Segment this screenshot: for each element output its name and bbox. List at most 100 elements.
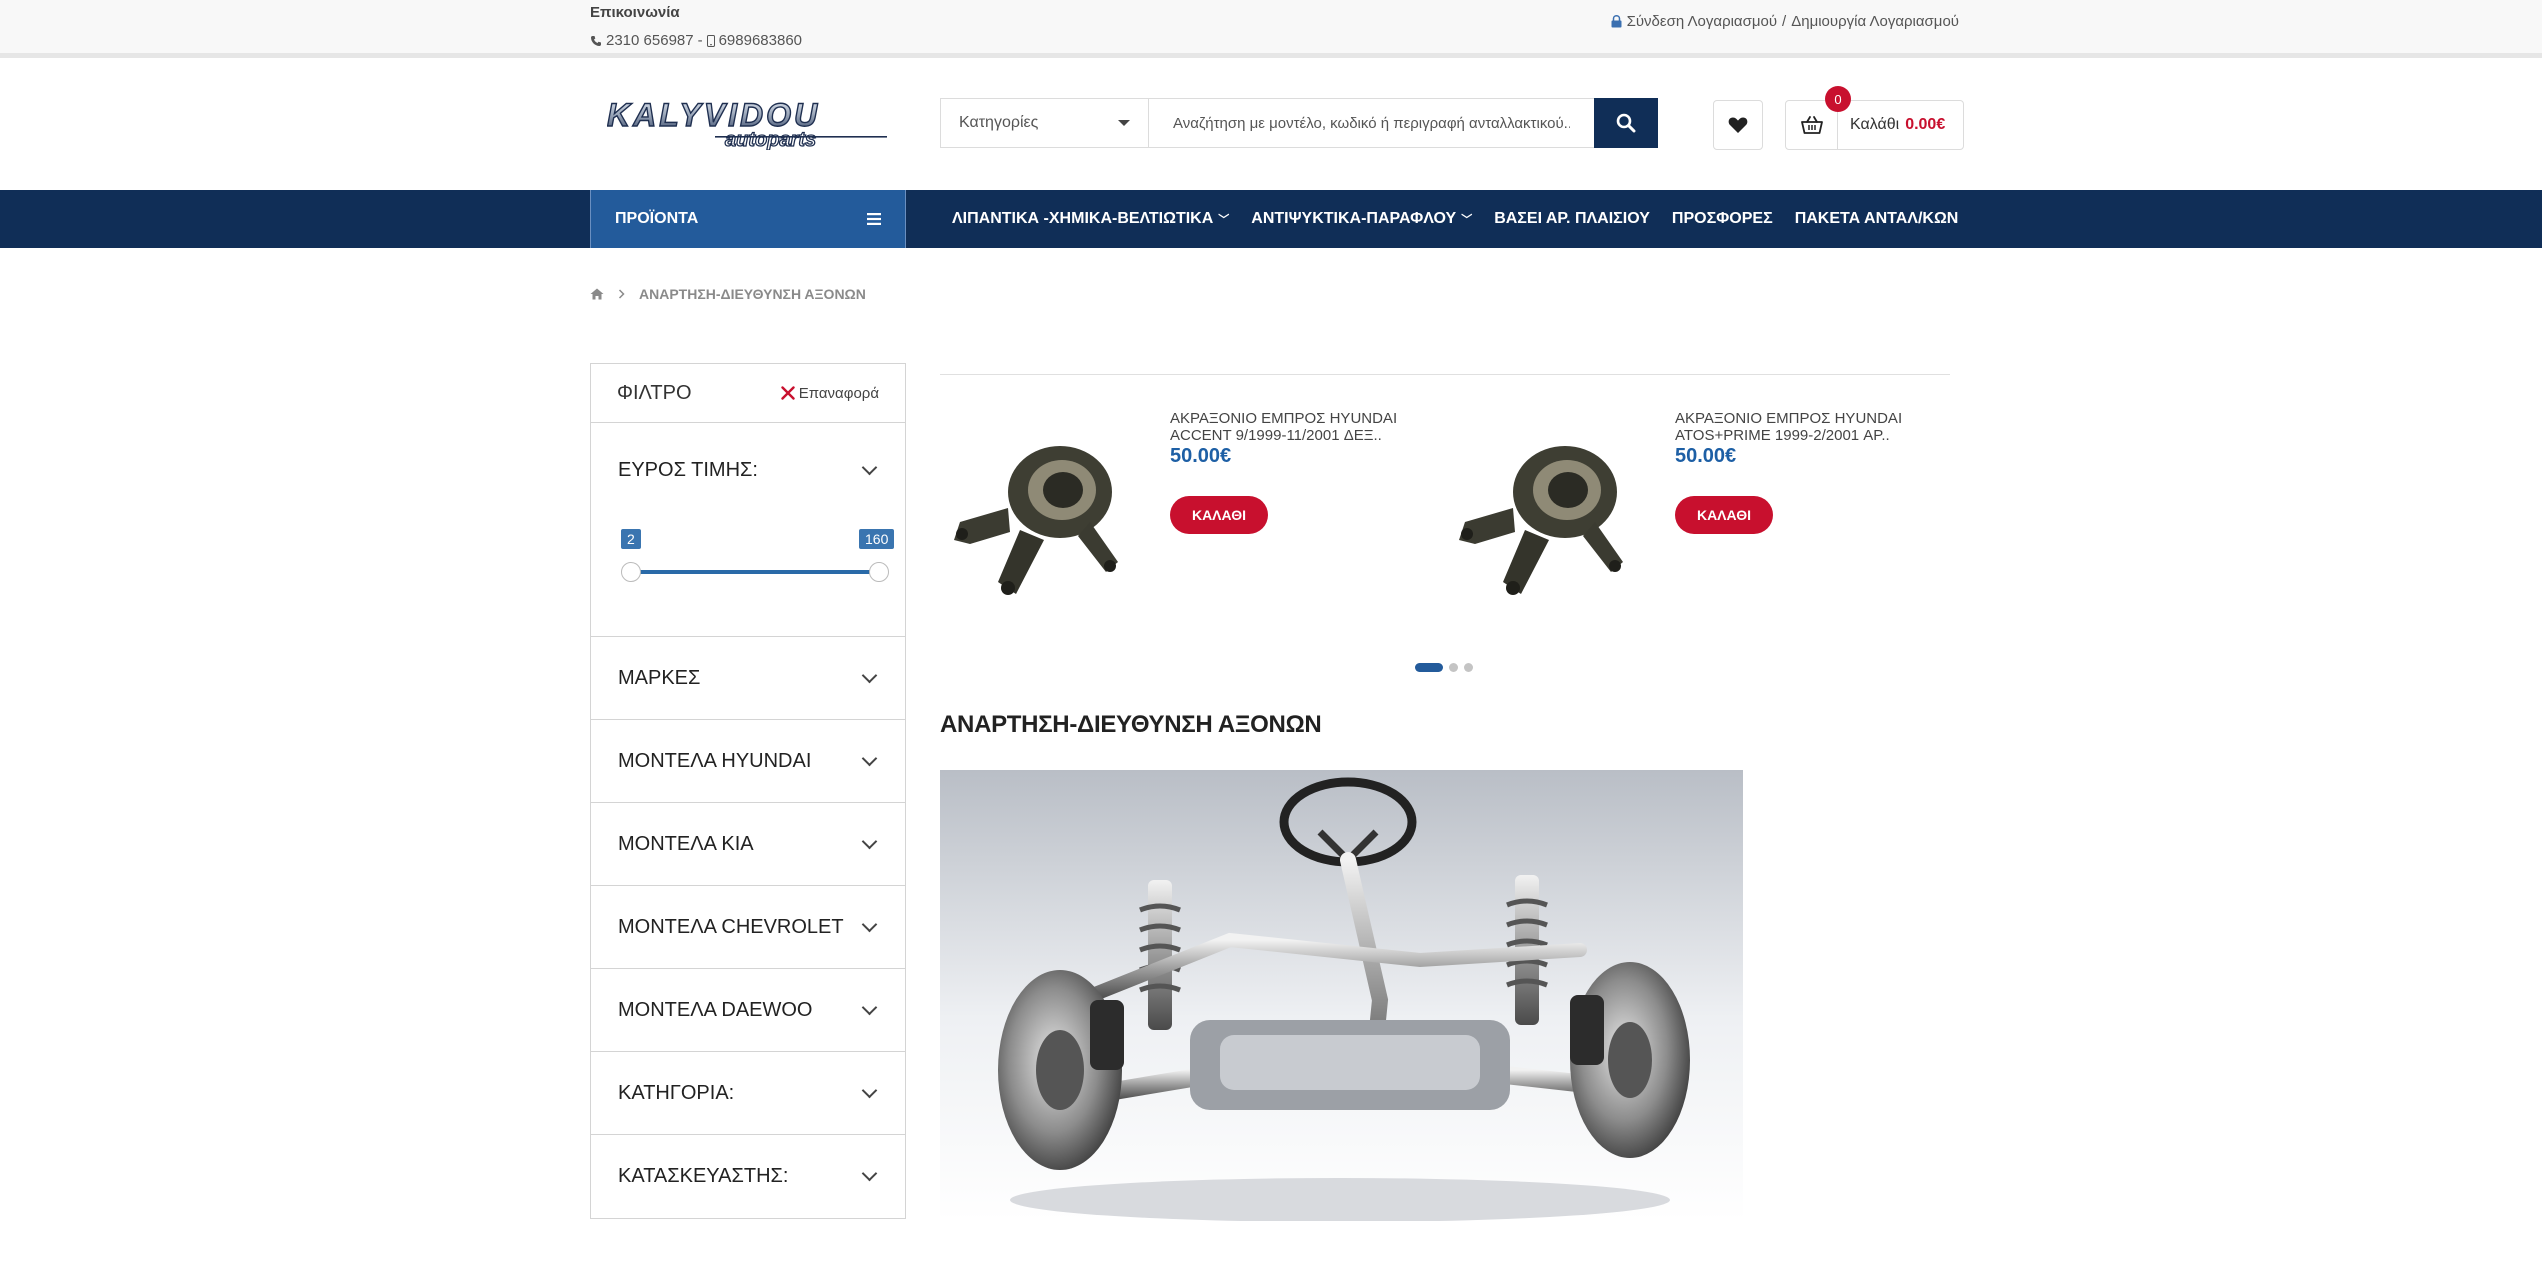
carousel-dot[interactable] <box>1449 663 1458 672</box>
chevron-down-icon <box>861 667 878 683</box>
nav-menu: ΛΙΠΑΝΤΙΚΑ -ΧΗΜΙΚΑ-ΒΕΛΤΙΩΤΙΚΑ ﹀ ΑΝΤΙΨΥΚΤΙ… <box>952 190 1958 248</box>
filter-section-label: ΜΟΝΤΕΛΑ KIA <box>618 832 754 855</box>
filter-sidebar: ΦΙΛΤΡΟ Επαναφορά ΕΥΡΟΣ ΤΙΜΗΣ: 2 160 ΜΑΡΚ… <box>590 363 906 1219</box>
filter-reset-label: Επαναφορά <box>798 384 879 402</box>
filter-section-label: ΜΟΝΤΕΛΑ DAEWOO <box>618 998 813 1021</box>
add-to-cart-button[interactable]: ΚΑΛΑΘΙ <box>1170 496 1268 534</box>
phone-number[interactable]: 2310 656987 <box>606 32 694 49</box>
product-card[interactable]: ΑΚΡΑΞΟΝΙΟ ΕΜΠΡΟΣ HYUNDAI ATOS+PRIME 1999… <box>1445 392 1935 612</box>
chevron-right-icon <box>618 289 625 299</box>
nav-item-label: ΠΡΟΣΦΟΡΕΣ <box>1671 210 1773 227</box>
header: KALYVIDOU autoparts Κατηγορίες Καλάθι 0.0… <box>0 58 2542 190</box>
add-to-cart-button[interactable]: ΚΑΛΑΘΙ <box>1675 496 1773 534</box>
products-menu-button[interactable]: ΠΡΟΪΟΝΤΑ <box>590 190 906 248</box>
filter-title: ΦΙΛΤΡΟ <box>617 381 692 404</box>
carousel-divider <box>940 374 1950 375</box>
price-slider-track[interactable] <box>631 570 881 574</box>
price-max-badge: 160 <box>859 529 895 549</box>
chevron-down-icon <box>861 459 878 476</box>
filter-section-hyundai-models[interactable]: ΜΟΝΤΕΛΑ HYUNDAI <box>591 720 905 803</box>
filter-section-category[interactable]: ΚΑΤΗΓΟΡΙΑ: <box>591 1052 905 1135</box>
filter-section-chevrolet-models[interactable]: ΜΟΝΤΕΛΑ CHEVROLET <box>591 886 905 969</box>
filter-section-label: ΜΟΝΤΕΛΑ HYUNDAI <box>618 749 812 772</box>
filter-section-label: ΜΟΝΤΕΛΑ CHEVROLET <box>618 915 844 938</box>
price-range-label: ΕΥΡΟΣ ΤΙΜΗΣ: <box>618 459 758 481</box>
cart-label: Καλάθι 0.00€ <box>1838 116 1945 134</box>
cart-total: 0.00€ <box>1905 116 1946 133</box>
product-name[interactable]: ΑΚΡΑΞΟΝΙΟ ΕΜΠΡΟΣ HYUNDAI ACCENT 9/1999-1… <box>1170 410 1430 444</box>
nav-item-label: ΛΙΠΑΝΤΙΚΑ -ΧΗΜΙΚΑ-ΒΕΛΤΙΩΤΙΚΑ <box>952 210 1214 227</box>
logo-top-text: KALYVIDOU <box>607 98 820 133</box>
product-card[interactable]: ΑΚΡΑΞΟΝΙΟ ΕΜΠΡΟΣ HYUNDAI ACCENT 9/1999-1… <box>940 392 1430 612</box>
search-button[interactable] <box>1594 98 1658 148</box>
price-max-handle[interactable] <box>869 562 889 582</box>
nav-item-lubricants[interactable]: ΛΙΠΑΝΤΙΚΑ -ΧΗΜΙΚΑ-ΒΕΛΤΙΩΤΙΚΑ ﹀ <box>952 210 1229 228</box>
cart-button[interactable]: Καλάθι 0.00€ <box>1785 100 1964 150</box>
chevron-down-icon <box>861 833 878 849</box>
search-bar: Κατηγορίες <box>940 98 1658 148</box>
register-link[interactable]: Δημιουργία Λογαριασμού <box>1791 13 1959 30</box>
home-icon[interactable] <box>590 288 604 300</box>
steering-knuckle-image[interactable] <box>940 412 1150 612</box>
chevron-down-icon <box>861 999 878 1015</box>
products-menu-label: ΠΡΟΪΟΝΤΑ <box>615 210 699 227</box>
filter-reset-button[interactable]: Επαναφορά <box>781 385 879 402</box>
account-separator: / <box>1782 13 1787 30</box>
top-bar: Επικοινωνία 2310 656987 - 6989683860 Σύν… <box>0 0 2542 58</box>
main-nav: ΠΡΟΪΟΝΤΑ ΛΙΠΑΝΤΙΚΑ -ΧΗΜΙΚΑ-ΒΕΛΤΙΩΤΙΚΑ ﹀ … <box>0 190 2542 248</box>
breadcrumb: ΑΝΑΡΤΗΣΗ-ΔΙΕΥΘΥΝΣΗ ΑΞΟΝΩΝ <box>590 286 866 302</box>
price-range-toggle[interactable]: ΕΥΡΟΣ ΤΙΜΗΣ: <box>591 459 905 482</box>
chevron-down-icon <box>861 750 878 766</box>
suspension-steering-image <box>940 770 1743 1221</box>
logo-bottom-text: autoparts <box>725 129 816 150</box>
filter-section-label: ΜΑΡΚΕΣ <box>618 666 701 689</box>
filter-header: ΦΙΛΤΡΟ Επαναφορά <box>591 364 905 423</box>
category-select[interactable]: Κατηγορίες <box>941 99 1149 147</box>
product-name[interactable]: ΑΚΡΑΞΟΝΙΟ ΕΜΠΡΟΣ HYUNDAI ATOS+PRIME 1999… <box>1675 410 1935 444</box>
account-links: Σύνδεση Λογαριασμού / Δημιουργία Λογαρια… <box>1611 13 1959 30</box>
login-link[interactable]: Σύνδεση Λογαριασμού <box>1627 13 1777 30</box>
mobile-number[interactable]: 6989683860 <box>719 32 802 49</box>
heart-icon <box>1728 117 1748 133</box>
product-price: 50.00€ <box>1675 445 1737 467</box>
nav-item-label: ΑΝΤΙΨΥΚΤΙΚΑ-ΠΑΡΑΦΛΟΥ <box>1251 210 1457 227</box>
phone-icon <box>591 35 601 46</box>
mobile-icon <box>706 34 715 47</box>
logo[interactable]: KALYVIDOU autoparts <box>607 98 887 150</box>
price-min-badge: 2 <box>621 529 641 549</box>
phone-separator: - <box>697 32 703 49</box>
product-price: 50.00€ <box>1170 445 1232 467</box>
nav-item-offers[interactable]: ΠΡΟΣΦΟΡΕΣ <box>1672 210 1773 228</box>
contact-phones: 2310 656987 - 6989683860 <box>590 32 802 49</box>
steering-knuckle-image[interactable] <box>1445 412 1655 612</box>
carousel-dot[interactable] <box>1415 663 1443 672</box>
search-icon <box>1616 113 1636 133</box>
nav-item-parts-packages[interactable]: ΠΑΚΕΤΑ ΑΝΤΑΛ/ΚΩΝ <box>1795 210 1959 228</box>
basket-icon <box>1800 116 1823 134</box>
cart-label-text: Καλάθι <box>1850 116 1900 133</box>
chevron-down-icon <box>861 916 878 932</box>
filter-section-daewoo-models[interactable]: ΜΟΝΤΕΛΑ DAEWOO <box>591 969 905 1052</box>
cart-count-badge: 0 <box>1825 86 1851 112</box>
category-heading: ΑΝΑΡΤΗΣΗ-ΔΙΕΥΘΥΝΣΗ ΑΞΟΝΩΝ <box>940 711 1322 738</box>
chevron-down-icon <box>861 1082 878 1098</box>
nav-item-chassis-search[interactable]: ΒΑΣΕΙ ΑΡ. ΠΛΑΙΣΙΟΥ <box>1494 210 1650 228</box>
carousel-dot[interactable] <box>1464 663 1473 672</box>
filter-section-label: ΚΑΤΗΓΟΡΙΑ: <box>618 1081 735 1104</box>
contact-title: Επικοινωνία <box>590 4 680 21</box>
nav-item-antifreeze[interactable]: ΑΝΤΙΨΥΚΤΙΚΑ-ΠΑΡΑΦΛΟΥ ﹀ <box>1251 210 1472 228</box>
close-icon <box>781 386 795 400</box>
filter-section-manufacturer[interactable]: ΚΑΤΑΣΚΕΥΑΣΤΗΣ: <box>591 1135 905 1218</box>
filter-section-brands[interactable]: ΜΑΡΚΕΣ <box>591 637 905 720</box>
filter-section-kia-models[interactable]: ΜΟΝΤΕΛΑ KIA <box>591 803 905 886</box>
price-min-handle[interactable] <box>621 562 641 582</box>
chevron-down-icon <box>861 1165 878 1182</box>
caret-down-icon <box>1118 120 1130 126</box>
chevron-down-icon: ﹀ <box>1461 214 1473 226</box>
nav-item-label: ΒΑΣΕΙ ΑΡ. ΠΛΑΙΣΙΟΥ <box>1494 210 1650 227</box>
search-input[interactable] <box>1149 99 1594 147</box>
breadcrumb-current: ΑΝΑΡΤΗΣΗ-ΔΙΕΥΘΥΝΣΗ ΑΞΟΝΩΝ <box>639 286 866 302</box>
wishlist-button[interactable] <box>1713 100 1763 150</box>
hamburger-icon <box>867 213 881 225</box>
category-select-label: Κατηγορίες <box>959 114 1039 131</box>
